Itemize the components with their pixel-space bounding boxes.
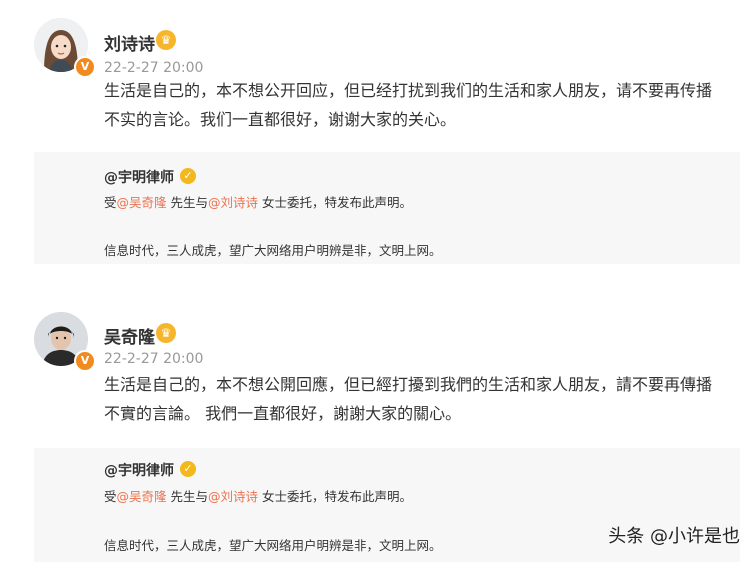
mention-link[interactable]: @吴奇隆	[117, 195, 167, 210]
statement-text: 受	[104, 195, 117, 210]
statement-text: 女士委托，特发布此声明。	[258, 195, 413, 210]
mention-link[interactable]: @刘诗诗	[208, 195, 258, 210]
statement-text: 受	[104, 489, 117, 504]
repost-statement-line2: 信息时代，三人成虎，望广大网络用户明辨是非，文明上网。	[104, 538, 442, 553]
verified-v-icon: V	[74, 350, 96, 372]
repost-statement: 受@吴奇隆 先生与@刘诗诗 女士委托，特发布此声明。	[104, 486, 412, 505]
member-crown-icon: ♛	[156, 323, 176, 343]
statement-text: 先生与	[166, 489, 209, 504]
post-time[interactable]: 22-2-27 20:00	[104, 60, 203, 76]
username[interactable]: 吴奇隆	[104, 323, 155, 348]
post-text: 生活是自己的，本不想公开回应，但已经打扰到我们的生活和家人朋友，请不要再传播 不…	[104, 76, 744, 134]
post-text-line: 不實的言論。 我們一直都很好，謝謝大家的關心。	[104, 404, 462, 423]
repost-statement: 受@吴奇隆 先生与@刘诗诗 女士委托，特发布此声明。	[104, 192, 412, 211]
weibo-post-1: V 刘诗诗 ♛ 22-2-27 20:00 生活是自己的，本不想公开回应，但已经…	[0, 0, 754, 282]
repost-author[interactable]: @宇明律师	[104, 460, 174, 480]
watermark: 头条 @小许是也	[608, 526, 740, 547]
statement-text: 先生与	[166, 195, 209, 210]
mention-link[interactable]: @吴奇隆	[117, 489, 167, 504]
member-crown-icon: ♛	[156, 30, 176, 50]
post-text-line: 生活是自己的，本不想公開回應，但已經打擾到我們的生活和家人朋友，請不要再傳播	[104, 375, 713, 394]
statement-text: 女士委托，特发布此声明。	[258, 489, 413, 504]
post-time[interactable]: 22-2-27 20:00	[104, 351, 203, 367]
post-text-line: 生活是自己的，本不想公开回应，但已经打扰到我们的生活和家人朋友，请不要再传播	[104, 81, 713, 100]
repost-card[interactable]: @宇明律师 ✓ 受@吴奇隆 先生与@刘诗诗 女士委托，特发布此声明。 信息时代，…	[34, 152, 740, 264]
gold-verified-icon: ✓	[180, 461, 196, 477]
gold-verified-icon: ✓	[180, 168, 196, 184]
username[interactable]: 刘诗诗	[104, 30, 155, 55]
repost-author[interactable]: @宇明律师	[104, 167, 174, 187]
post-text-line: 不实的言论。我们一直都很好，谢谢大家的关心。	[104, 110, 457, 129]
post-text: 生活是自己的，本不想公開回應，但已經打擾到我們的生活和家人朋友，請不要再傳播 不…	[104, 370, 744, 428]
verified-v-icon: V	[74, 56, 96, 78]
repost-statement-line2: 信息时代，三人成虎，望广大网络用户明辨是非，文明上网。	[104, 243, 442, 258]
mention-link[interactable]: @刘诗诗	[208, 489, 258, 504]
